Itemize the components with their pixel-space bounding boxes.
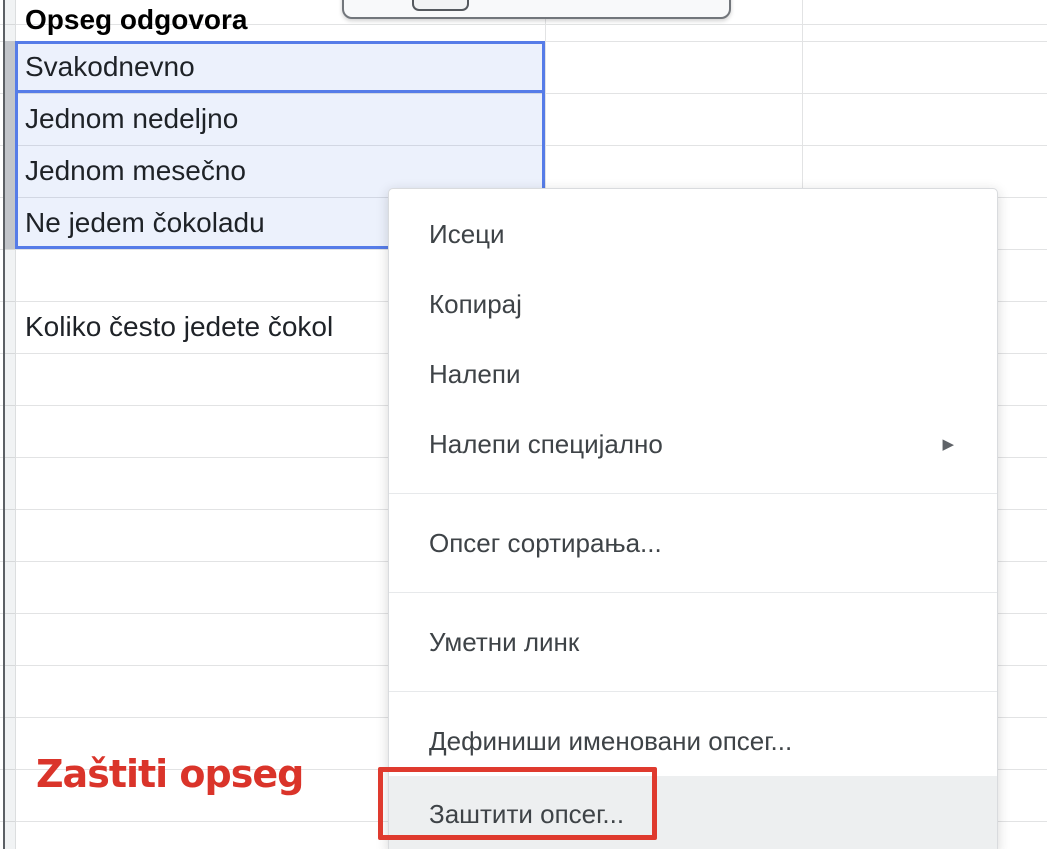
cell-question[interactable]: Koliko često jedete čokol [25,301,388,353]
annotation-highlight-box [378,767,657,840]
floating-panel-partial [342,0,731,19]
menu-item-define-named-range[interactable]: Дефиниши именовани опсег... [389,706,997,776]
menu-item-label: Налепи [429,359,967,390]
row-header-selected-range [5,41,15,249]
menu-item-copy[interactable]: Копирај [389,269,997,339]
context-menu: Исеци Копирај Налепи Налепи специјално ▶… [388,188,998,849]
menu-item-paste[interactable]: Налепи [389,339,997,409]
annotation-label: Zaštiti opseg [36,752,303,796]
menu-item-paste-special[interactable]: Налепи специјално ▶ [389,409,997,479]
menu-item-label: Копирај [429,289,967,320]
menu-item-label: Дефиниши именовани опсег... [429,726,967,757]
submenu-arrow-icon: ▶ [942,435,954,453]
menu-item-label: Уметни линк [429,627,967,658]
cell-header[interactable]: Opseg odgovora [25,0,247,40]
cell-option-1[interactable]: Svakodnevno [25,41,195,93]
menu-item-label: Исеци [429,219,967,250]
menu-item-sort-range[interactable]: Опсег сортирања... [389,508,997,578]
cell-option-2[interactable]: Jednom nedeljno [25,93,238,145]
menu-item-insert-link[interactable]: Уметни линк [389,607,997,677]
menu-separator [389,691,997,692]
spreadsheet-app: Opseg odgovora Svakodnevno Jednom nedelj… [0,0,1047,849]
cell-option-4[interactable]: Ne jedem čokoladu [25,197,265,249]
menu-separator [389,493,997,494]
menu-item-label: Опсег сортирања... [429,528,967,559]
menu-separator [389,592,997,593]
panel-button-partial[interactable] [412,0,469,11]
menu-item-cut[interactable]: Исеци [389,199,997,269]
cell-option-3[interactable]: Jednom mesečno [25,145,246,197]
menu-item-label: Налепи специјално [429,429,942,460]
